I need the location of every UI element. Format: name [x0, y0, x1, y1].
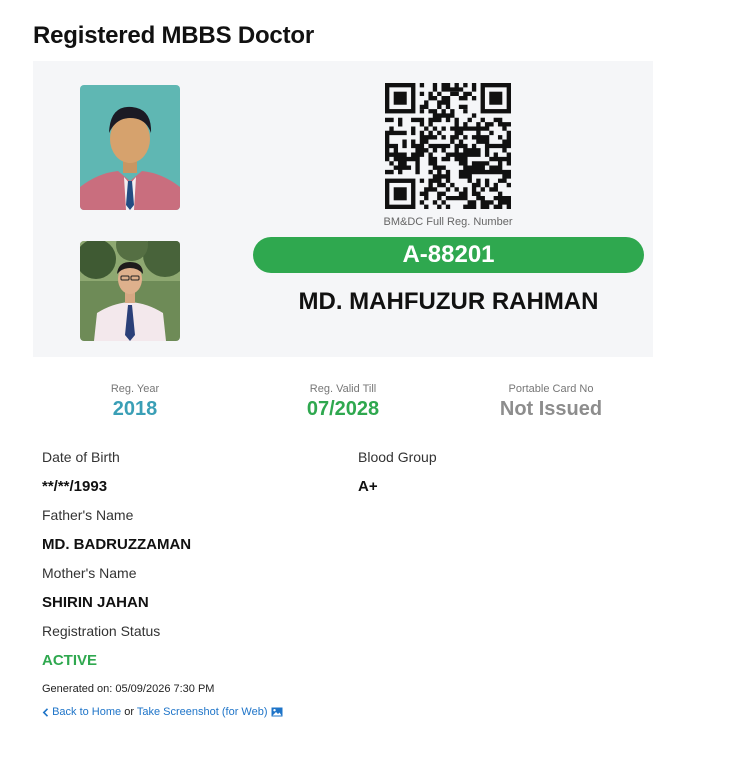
- dob-value: **/**/1993: [42, 478, 108, 495]
- valid-till-stat: Reg. Valid Till 07/2028: [253, 383, 433, 421]
- or-text: or: [124, 706, 134, 718]
- mother-name-label: Mother's Name: [42, 565, 137, 581]
- doctor-card: BM&DC Full Reg. Number A-88201 MD. MAHFU…: [33, 61, 653, 357]
- reg-year-value: 2018: [112, 398, 158, 420]
- take-screenshot-link[interactable]: Take Screenshot (for Web): [137, 706, 283, 718]
- mother-name-value: SHIRIN JAHAN: [42, 594, 149, 611]
- father-name-value: MD. BADRUZZAMAN: [42, 536, 192, 553]
- portable-card-value: Not Issued: [499, 398, 603, 420]
- doctor-photo-portrait: [80, 85, 180, 210]
- image-icon: [271, 707, 283, 717]
- back-to-home-link[interactable]: Back to Home: [42, 706, 124, 718]
- take-screenshot-label: Take Screenshot (for Web): [136, 706, 268, 718]
- reg-number-badge: A-88201: [253, 237, 644, 273]
- generated-timestamp: Generated on: 05/09/2026 7:30 PM: [42, 683, 215, 695]
- valid-till-label: Reg. Valid Till: [309, 383, 377, 395]
- footer-links: Back to Home or Take Screenshot (for Web…: [42, 706, 283, 718]
- portable-card-label: Portable Card No: [508, 383, 594, 395]
- father-name-label: Father's Name: [42, 507, 134, 523]
- registration-status-value: ACTIVE: [42, 652, 98, 669]
- page-title: Registered MBBS Doctor: [33, 22, 314, 49]
- chevron-left-icon: [42, 707, 49, 717]
- reg-year-stat: Reg. Year 2018: [45, 383, 225, 421]
- doctor-name: MD. MAHFUZUR RAHMAN: [298, 288, 599, 315]
- valid-till-value: 07/2028: [306, 398, 380, 420]
- dob-label: Date of Birth: [42, 449, 120, 465]
- blood-group-label: Blood Group: [358, 449, 437, 465]
- blood-group-value: A+: [358, 478, 378, 495]
- back-to-home-label: Back to Home: [52, 706, 122, 718]
- portable-card-stat: Portable Card No Not Issued: [461, 383, 641, 421]
- doctor-photo-outdoor: [80, 241, 180, 341]
- registration-status-label: Registration Status: [42, 623, 161, 639]
- qr-code: [384, 82, 512, 210]
- reg-year-label: Reg. Year: [110, 383, 160, 395]
- reg-number-caption: BM&DC Full Reg. Number: [383, 216, 513, 228]
